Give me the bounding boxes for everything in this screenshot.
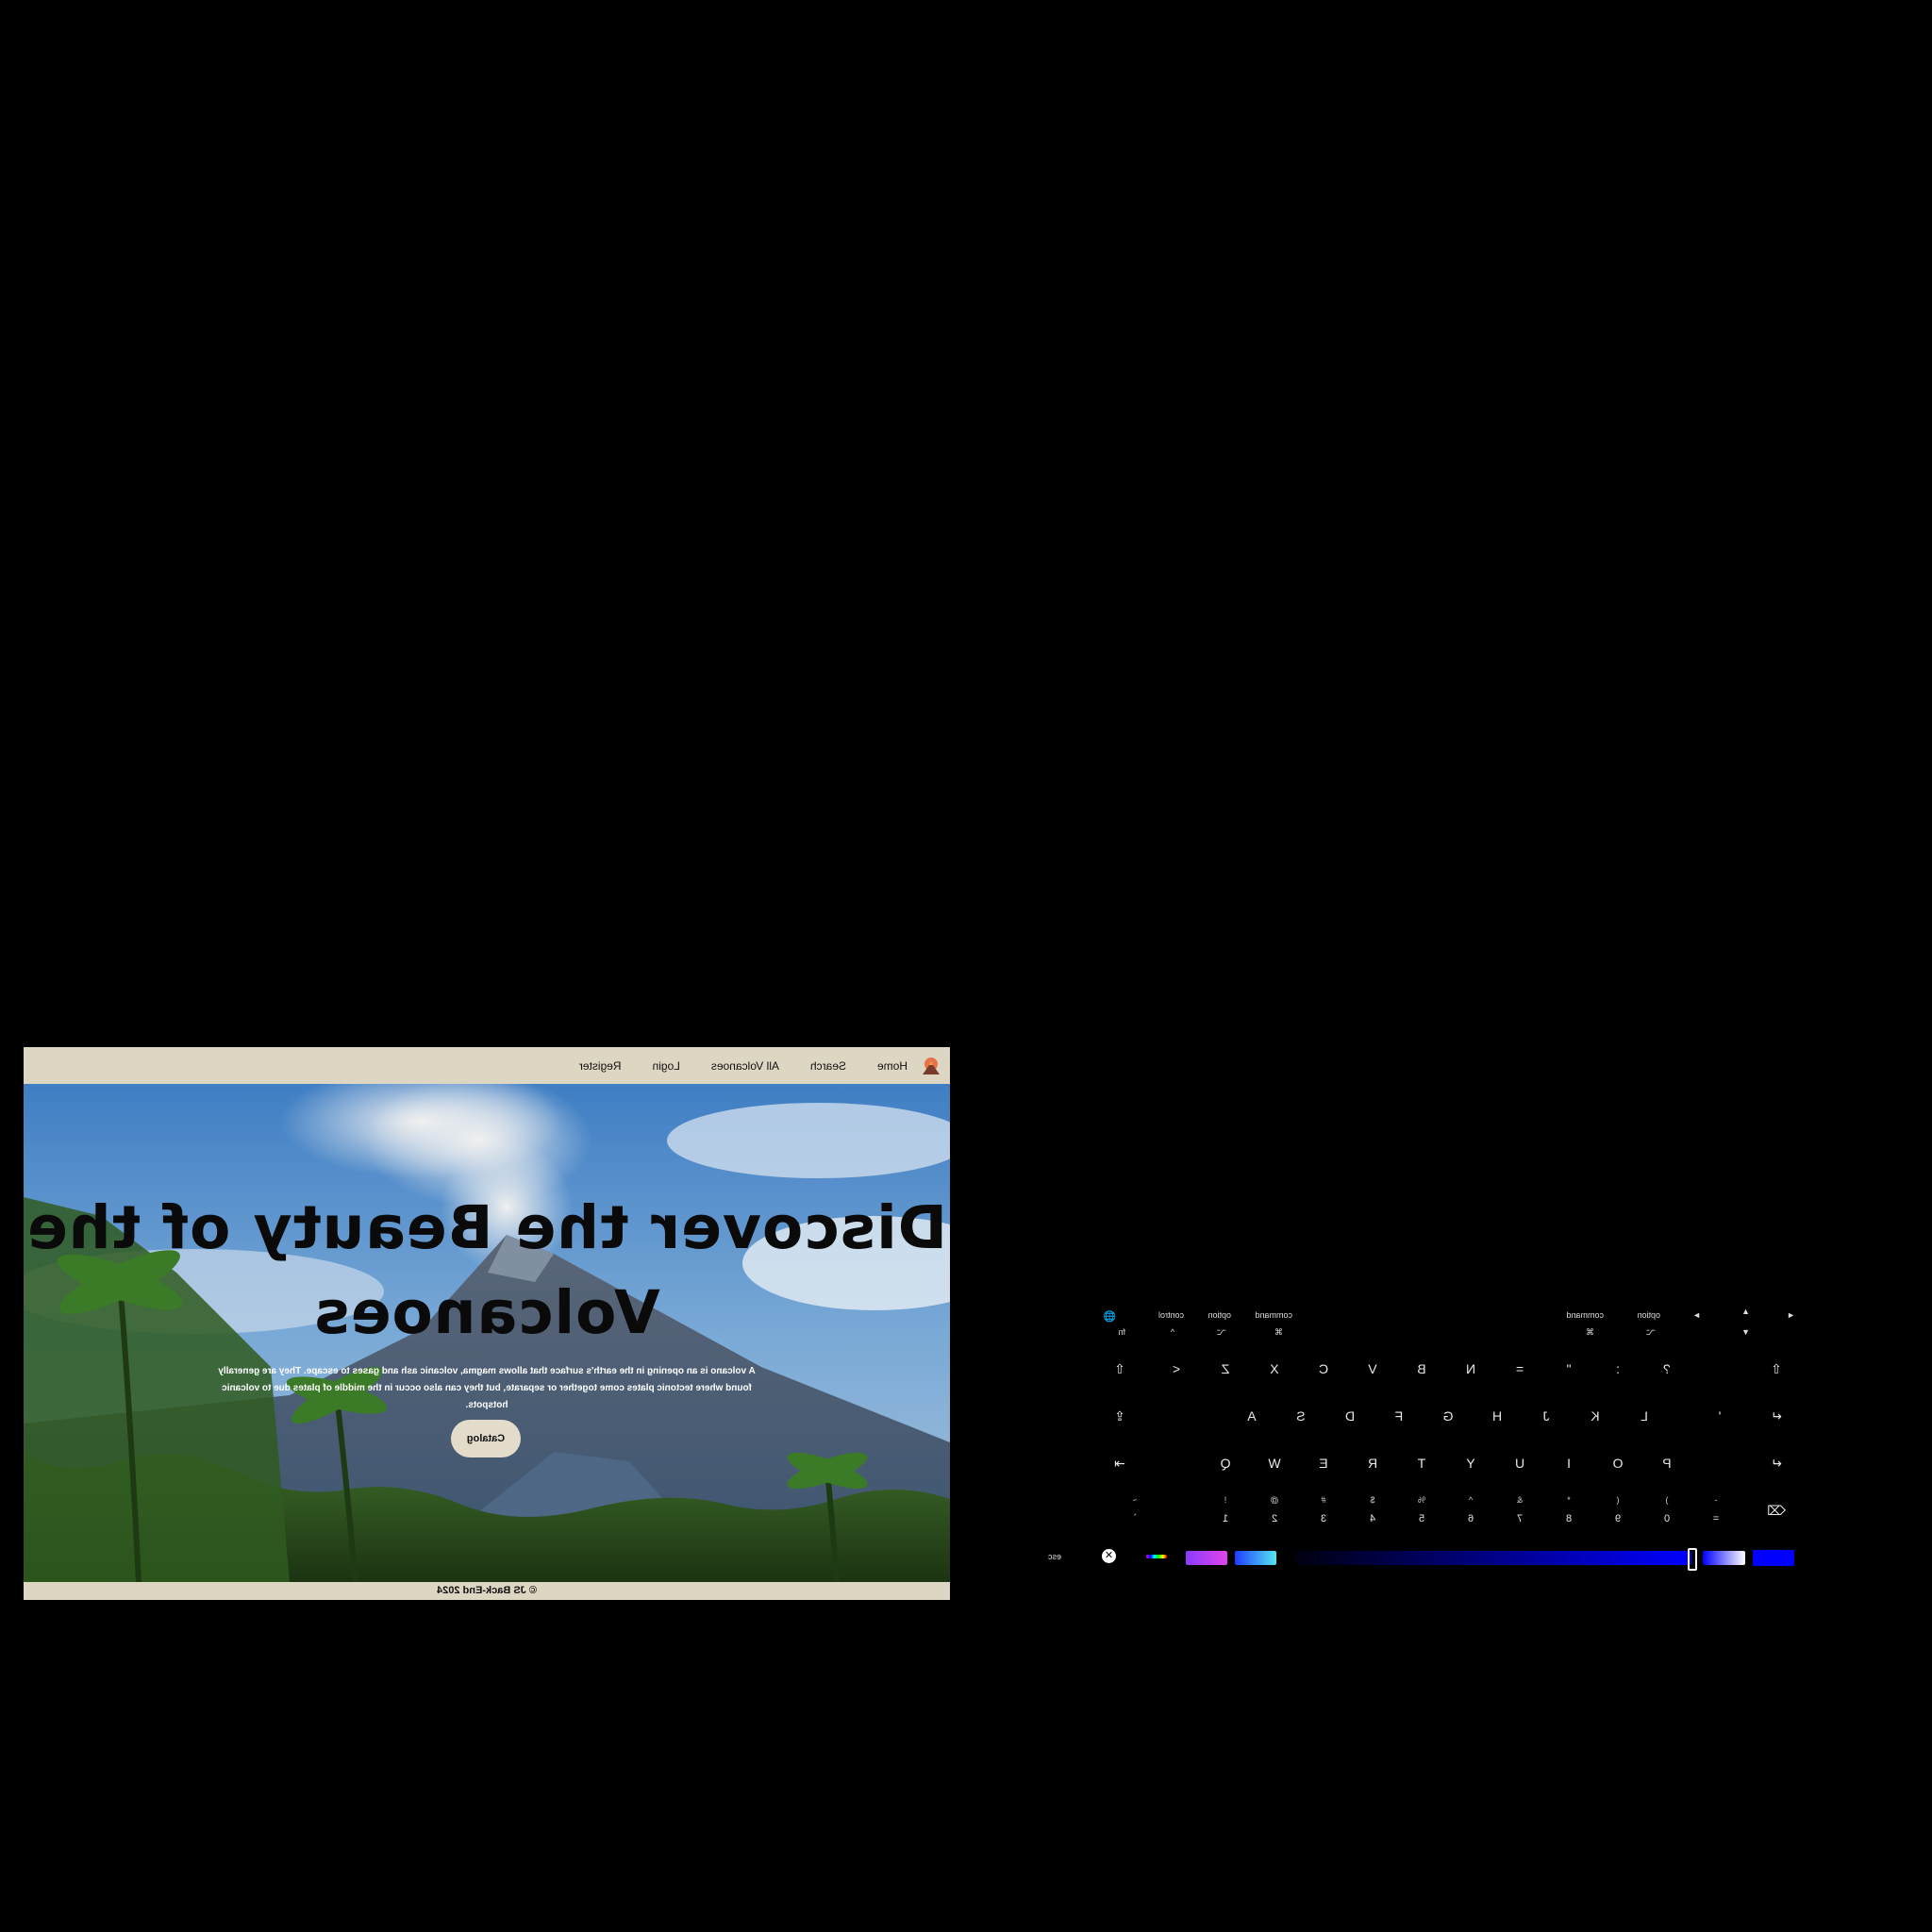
catalog-button[interactable]: Catalog [451,1420,521,1457]
key-d[interactable]: D [1329,1399,1371,1433]
key-v[interactable]: V [1352,1352,1393,1386]
key-8[interactable]: * 8 [1548,1493,1590,1527]
key-return[interactable]: ↵ [1756,1446,1797,1480]
color-swatch-cyan[interactable] [1235,1551,1276,1565]
accent-color-swatch[interactable] [1753,1550,1794,1566]
key-s[interactable]: S [1280,1399,1322,1433]
key-9[interactable]: (9 [1597,1493,1639,1527]
key-shift-left[interactable]: ⇧ [1099,1352,1141,1386]
key-command-right-symbol: ⌘ [1274,1327,1283,1337]
key-option-right-symbol: ⌥ [1216,1327,1226,1337]
keyboard-toolbar-row: ✕ esc [1048,1541,1797,1574]
key-t[interactable]: T [1401,1446,1442,1480]
arrow-right-icon[interactable]: ► [1692,1310,1701,1320]
key-b[interactable]: B [1401,1352,1442,1386]
nav-login-link[interactable]: Login [653,1059,680,1073]
key-tab[interactable]: ⇥ [1099,1446,1141,1480]
on-screen-keyboard: ◄ ▲ ▼ ► option ⌥ command ⌘ command ⌘ opt… [1048,1307,1797,1580]
slider-handle[interactable] [1688,1548,1697,1571]
arrow-down-icon[interactable]: ▼ [1741,1327,1750,1337]
globe-icon[interactable]: 🌐 [1103,1310,1116,1323]
key-5[interactable]: % 5 [1401,1493,1442,1527]
key-shift-right[interactable]: ⇧ [1756,1352,1797,1386]
key-l[interactable]: L [1624,1399,1665,1433]
key-p[interactable]: P [1646,1446,1688,1480]
key-q[interactable]: Q [1205,1446,1246,1480]
key-i[interactable]: I [1548,1446,1590,1480]
key-y[interactable]: Y [1450,1446,1491,1480]
key-3[interactable]: #3 [1303,1493,1344,1527]
key-e[interactable]: E [1303,1446,1344,1480]
hero-description: A volcano is an opening in the earth's s… [218,1366,756,1410]
nav-home-link[interactable]: Home [877,1059,908,1073]
key-command-right-label[interactable]: command [1255,1310,1292,1320]
key-backtick[interactable]: ~ ` [1114,1493,1156,1527]
key-command-left-label[interactable]: command [1566,1310,1604,1320]
key-a[interactable]: A [1231,1399,1273,1433]
key-f[interactable]: F [1378,1399,1420,1433]
key-z[interactable]: Z [1205,1352,1246,1386]
key-colon[interactable]: : [1597,1352,1639,1386]
key-option-left-label[interactable]: option [1637,1310,1660,1320]
key-u[interactable]: U [1499,1446,1541,1480]
arrow-up-icon[interactable]: ▲ [1741,1307,1750,1316]
key-7[interactable]: & 7 [1499,1493,1541,1527]
rainbow-icon[interactable] [1146,1555,1167,1558]
hero-title: Discover the Beauty of the Volcanoes [26,1193,947,1347]
opacity-slider[interactable] [1703,1551,1745,1565]
key-enter[interactable]: ↵ [1756,1399,1797,1433]
keyboard-row-a: ↵ ' L K J H G F D S A ⇪ [1099,1399,1797,1433]
key-n[interactable]: N [1450,1352,1491,1386]
key-quote[interactable]: " [1548,1352,1590,1386]
key-6[interactable]: ^ 6 [1450,1493,1491,1527]
key-2[interactable]: @2 [1254,1493,1295,1527]
keyboard-row-z: ⇧ ? : " = N B V C X Z < ⇧ [1099,1352,1797,1386]
footer: © JS Back-End 2024 [24,1582,950,1600]
key-caps-lock[interactable]: ⇪ [1099,1399,1141,1433]
keyboard-row-numbers: ⌫ - = ) 0 (9 * 8 & 7 ^ 6 % 5 $4 #3 @2 ! 1 ~ ` [1099,1493,1797,1531]
keyboard-modifier-row: ◄ ▲ ▼ ► option ⌥ command ⌘ command ⌘ opt… [1099,1307,1797,1341]
key-esc[interactable]: esc [1048,1552,1061,1561]
browser-page: Home Search All Volcanoes Login Register [24,1047,950,1600]
key-4[interactable]: $4 [1352,1493,1393,1527]
hue-slider[interactable] [1295,1551,1691,1565]
key-x[interactable]: X [1254,1352,1295,1386]
key-k[interactable]: K [1574,1399,1616,1433]
key-option-right-label[interactable]: option [1208,1310,1231,1320]
key-option-left-symbol: ⌥ [1645,1327,1656,1337]
key-control-symbol: ^ [1170,1327,1174,1337]
key-equals[interactable]: = [1499,1352,1541,1386]
key-less-than[interactable]: < [1156,1352,1197,1386]
key-fn-label[interactable]: fn [1118,1327,1125,1337]
volcano-logo-icon[interactable] [921,1056,941,1076]
key-j[interactable]: J [1525,1399,1567,1433]
nav-register-link[interactable]: Register [579,1059,622,1073]
key-minus[interactable]: - = [1695,1493,1737,1527]
key-0[interactable]: ) 0 [1646,1493,1688,1527]
key-backspace[interactable]: ⌫ [1756,1493,1797,1527]
key-1[interactable]: ! 1 [1205,1493,1246,1527]
key-g[interactable]: G [1427,1399,1469,1433]
key-question[interactable]: ? [1646,1352,1688,1386]
key-command-left-symbol: ⌘ [1586,1327,1594,1337]
arrow-left-icon[interactable]: ◄ [1787,1310,1795,1320]
key-o[interactable]: O [1597,1446,1639,1480]
color-swatch-magenta[interactable] [1186,1551,1227,1565]
nav-links: Home Search All Volcanoes Login Register [579,1047,908,1084]
key-h[interactable]: H [1476,1399,1518,1433]
hero-section: Discover the Beauty of the Volcanoes A v… [24,1084,950,1582]
key-r[interactable]: R [1352,1446,1393,1480]
navbar: Home Search All Volcanoes Login Register [24,1047,950,1084]
keyboard-row-q: ↵ P O I U Y T R E W Q ⇥ [1099,1446,1797,1480]
nav-all-volcanoes-link[interactable]: All Volcanoes [711,1059,779,1073]
key-c[interactable]: C [1303,1352,1344,1386]
key-apostrophe[interactable]: ' [1699,1399,1740,1433]
nav-search-link[interactable]: Search [810,1059,846,1073]
close-icon[interactable]: ✕ [1102,1549,1116,1563]
key-w[interactable]: W [1254,1446,1295,1480]
key-control-label[interactable]: control [1158,1310,1184,1320]
